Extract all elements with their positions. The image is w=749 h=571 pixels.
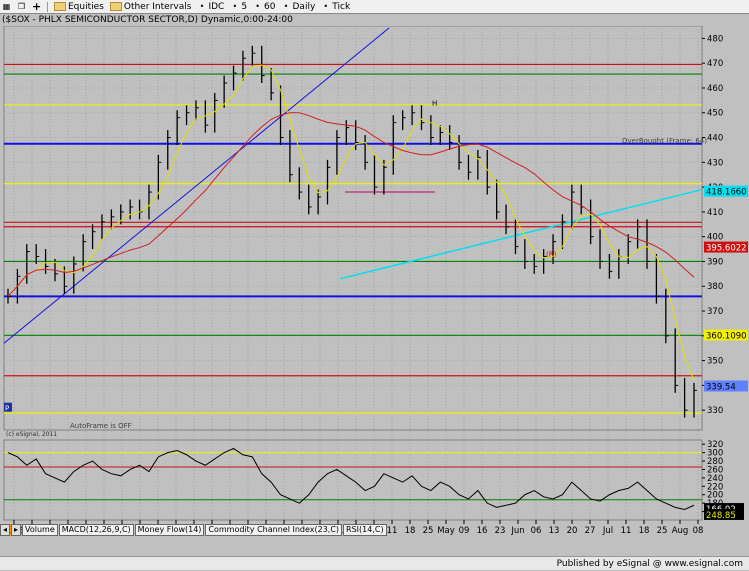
tab-volume[interactable]: Volume <box>22 524 58 536</box>
interval-60-label: 60 <box>264 1 276 12</box>
x-tick-label: 09 <box>459 526 470 536</box>
price-tick-label: 460 <box>707 84 723 94</box>
x-tick-label: Jul <box>602 526 613 536</box>
x-tick-label: 25 <box>657 526 668 536</box>
toolbar-divider <box>47 1 48 12</box>
price-tick-label: 410 <box>707 208 723 218</box>
dot-icon: • <box>232 2 238 11</box>
tab-rsi[interactable]: RSI(14,C) <box>343 524 387 536</box>
dot-icon: • <box>283 2 289 11</box>
price-tick-label: 450 <box>707 109 723 119</box>
equities-menu[interactable]: Equities <box>54 2 104 12</box>
copy-button[interactable]: ❐ <box>17 2 26 11</box>
idc-label: IDC <box>208 1 225 12</box>
price-tick-label: 370 <box>707 307 723 317</box>
tab-cci[interactable]: Commodity Channel Index(23,C) <box>205 524 343 536</box>
price-tick-label: 390 <box>707 257 723 267</box>
autoframe-annotation: AutoFrame is OFF <box>70 422 132 430</box>
x-tick-label: May <box>437 526 455 536</box>
dot-icon: • <box>255 2 260 11</box>
price-tick-label: 330 <box>707 406 723 416</box>
p-marker: P <box>5 405 9 413</box>
interval-60-button[interactable]: • 60 <box>253 2 275 12</box>
price-label: 395.6022 <box>706 244 747 254</box>
tab-money-flow[interactable]: Money Flow(14) <box>134 524 205 536</box>
price-tick-label: 480 <box>707 34 723 44</box>
rsi-label: 248.85 <box>706 511 736 521</box>
r-marker: (R) <box>546 251 557 259</box>
x-tick-label: 11 <box>387 526 398 536</box>
x-tick-label: 18 <box>639 526 650 536</box>
study-tabs: ◂ ▸ Volume MACD(12,26,9,C) Money Flow(14… <box>0 524 388 536</box>
folder-icon <box>109 2 122 11</box>
x-tick-label: Jun <box>510 526 524 536</box>
x-tick-label: 11 <box>621 526 632 536</box>
dot-icon: • <box>323 2 329 11</box>
toolbar: ▦ ❐ + Equities Other Intervals • IDC • 5 •… <box>0 0 749 14</box>
other-intervals-label: Other Intervals <box>123 1 192 12</box>
price-tick-label: 380 <box>707 282 723 292</box>
tab-macd[interactable]: MACD(12,26,9,C) <box>58 524 134 536</box>
interval-5-label: 5 <box>241 1 248 12</box>
price-label: 418.1660 <box>706 188 747 198</box>
print-button[interactable]: ▦ <box>2 2 11 11</box>
x-tick-label: 16 <box>477 526 488 536</box>
new-button[interactable]: + <box>32 0 42 13</box>
x-tick-label: 08 <box>693 526 704 536</box>
plus-icon: + <box>32 0 42 13</box>
price-tick-label: 440 <box>707 134 723 144</box>
tick-button[interactable]: • Tick <box>321 2 350 12</box>
price-tick-label: 350 <box>707 357 723 367</box>
x-tick-label: 25 <box>423 526 434 536</box>
interval-5-button[interactable]: • 5 <box>230 2 247 12</box>
h-marker: H <box>432 99 437 107</box>
x-tick-label: 18 <box>405 526 416 536</box>
chart-title: ($SOX - PHLX SEMICONDUCTOR SECTOR,D) Dyn… <box>0 14 749 26</box>
tick-label: Tick <box>332 1 351 12</box>
idc-button[interactable]: • IDC <box>197 1 225 12</box>
price-tick-label: 430 <box>707 158 723 168</box>
overbought-annotation: OverBought (Frame: 64) <box>622 137 707 145</box>
x-tick-label: 06 <box>531 526 542 536</box>
other-intervals-menu[interactable]: Other Intervals <box>109 1 192 12</box>
price-label: 360.1090 <box>706 332 747 342</box>
tab-next-button[interactable]: ▸ <box>11 524 21 536</box>
x-tick-label: 27 <box>585 526 596 536</box>
price-tick-label: 470 <box>707 59 723 69</box>
copy-icon: ❐ <box>17 2 26 11</box>
price-panel <box>3 26 703 431</box>
price-tick-label: 400 <box>707 233 723 243</box>
status-bar: Published by eSignal @ www.esignal.com <box>0 556 749 570</box>
price-label: 339.54 <box>706 383 736 393</box>
signal-annotation: (c) eSignal, 2011 <box>6 431 57 438</box>
dot-icon: • <box>199 2 205 11</box>
x-tick-label: 13 <box>549 526 560 536</box>
printer-icon: ▦ <box>2 2 11 11</box>
daily-label: Daily <box>292 1 316 12</box>
folder-icon <box>54 2 66 11</box>
price-chart[interactable]: 152229Dec1320272011101824Feb071422Mar071… <box>0 26 749 556</box>
x-tick-label: 20 <box>567 526 578 536</box>
tab-prev-button[interactable]: ◂ <box>0 524 10 536</box>
equities-label: Equities <box>68 1 104 12</box>
daily-button[interactable]: • Daily <box>282 2 316 12</box>
x-tick-label: Aug <box>672 526 689 536</box>
x-tick-label: 23 <box>495 526 506 536</box>
